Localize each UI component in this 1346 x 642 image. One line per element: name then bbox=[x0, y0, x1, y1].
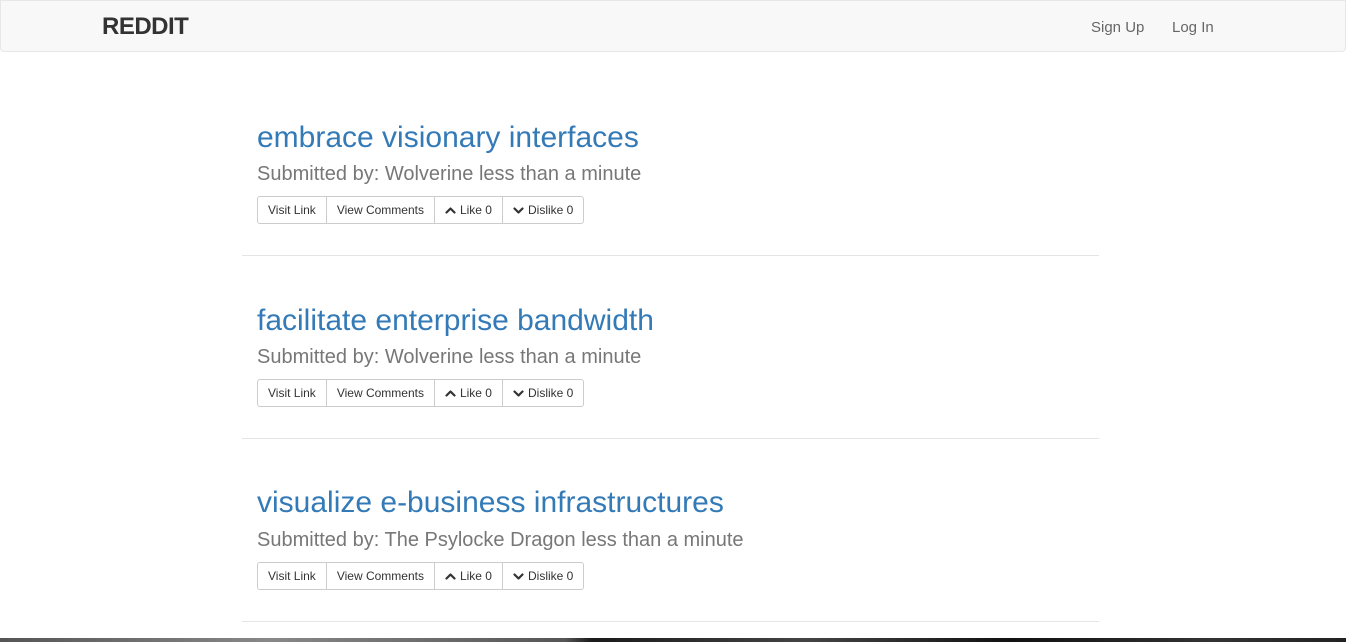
post-submitted-by: Submitted by: Wolverine less than a minu… bbox=[257, 163, 642, 185]
visit-link-button[interactable]: Visit Link bbox=[257, 562, 327, 590]
post-submitted-by: Submitted by: Wolverine less than a minu… bbox=[257, 346, 642, 368]
dislike-label: Dislike 0 bbox=[527, 203, 574, 217]
view-comments-button[interactable]: View Comments bbox=[325, 196, 435, 224]
post-title-link[interactable]: embrace visionary interfaces bbox=[257, 120, 639, 156]
post-item: embrace visionary interfaces Submitted b… bbox=[242, 72, 1099, 256]
navbar: REDDIT Sign Up Log In bbox=[0, 0, 1346, 52]
chevron-up-icon bbox=[445, 388, 456, 399]
visit-link-label: Visit Link bbox=[268, 203, 316, 217]
chevron-down-icon bbox=[513, 388, 524, 399]
post-title-link[interactable]: visualize e-business infrastructures bbox=[257, 485, 724, 521]
like-label: Like 0 bbox=[459, 569, 492, 583]
post-action-buttons: Visit Link View Comments Like 0 Dislike … bbox=[257, 379, 585, 407]
dislike-label: Dislike 0 bbox=[527, 569, 574, 583]
sign-up-link[interactable]: Sign Up bbox=[1091, 18, 1144, 38]
dislike-button[interactable]: Dislike 0 bbox=[501, 379, 585, 407]
chevron-up-icon bbox=[445, 571, 456, 582]
like-label: Like 0 bbox=[459, 203, 492, 217]
chevron-down-icon bbox=[513, 205, 524, 216]
dislike-button[interactable]: Dislike 0 bbox=[501, 196, 585, 224]
like-label: Like 0 bbox=[459, 386, 492, 400]
visit-link-label: Visit Link bbox=[268, 569, 316, 583]
post-title-link[interactable]: facilitate enterprise bandwidth bbox=[257, 303, 654, 339]
view-comments-label: View Comments bbox=[336, 203, 424, 217]
post-item: facilitate enterprise bandwidth Submitte… bbox=[242, 255, 1099, 439]
post-action-buttons: Visit Link View Comments Like 0 Dislike … bbox=[257, 196, 585, 224]
post-action-buttons: Visit Link View Comments Like 0 Dislike … bbox=[257, 562, 585, 590]
like-button[interactable]: Like 0 bbox=[433, 379, 503, 407]
post-item: visualize e-business infrastructures Sub… bbox=[242, 438, 1099, 622]
log-in-link[interactable]: Log In bbox=[1172, 18, 1214, 38]
view-comments-label: View Comments bbox=[336, 569, 424, 583]
background-image-strip bbox=[0, 638, 1346, 642]
dislike-button[interactable]: Dislike 0 bbox=[501, 562, 585, 590]
chevron-up-icon bbox=[445, 205, 456, 216]
chevron-down-icon bbox=[513, 571, 524, 582]
like-button[interactable]: Like 0 bbox=[433, 562, 503, 590]
like-button[interactable]: Like 0 bbox=[433, 196, 503, 224]
visit-link-button[interactable]: Visit Link bbox=[257, 379, 327, 407]
post-submitted-by: Submitted by: The Psylocke Dragon less t… bbox=[257, 529, 744, 551]
view-comments-button[interactable]: View Comments bbox=[325, 379, 435, 407]
view-comments-label: View Comments bbox=[336, 386, 424, 400]
visit-link-label: Visit Link bbox=[268, 386, 316, 400]
visit-link-button[interactable]: Visit Link bbox=[257, 196, 327, 224]
brand-logo[interactable]: REDDIT bbox=[102, 13, 189, 41]
view-comments-button[interactable]: View Comments bbox=[325, 562, 435, 590]
dislike-label: Dislike 0 bbox=[527, 386, 574, 400]
